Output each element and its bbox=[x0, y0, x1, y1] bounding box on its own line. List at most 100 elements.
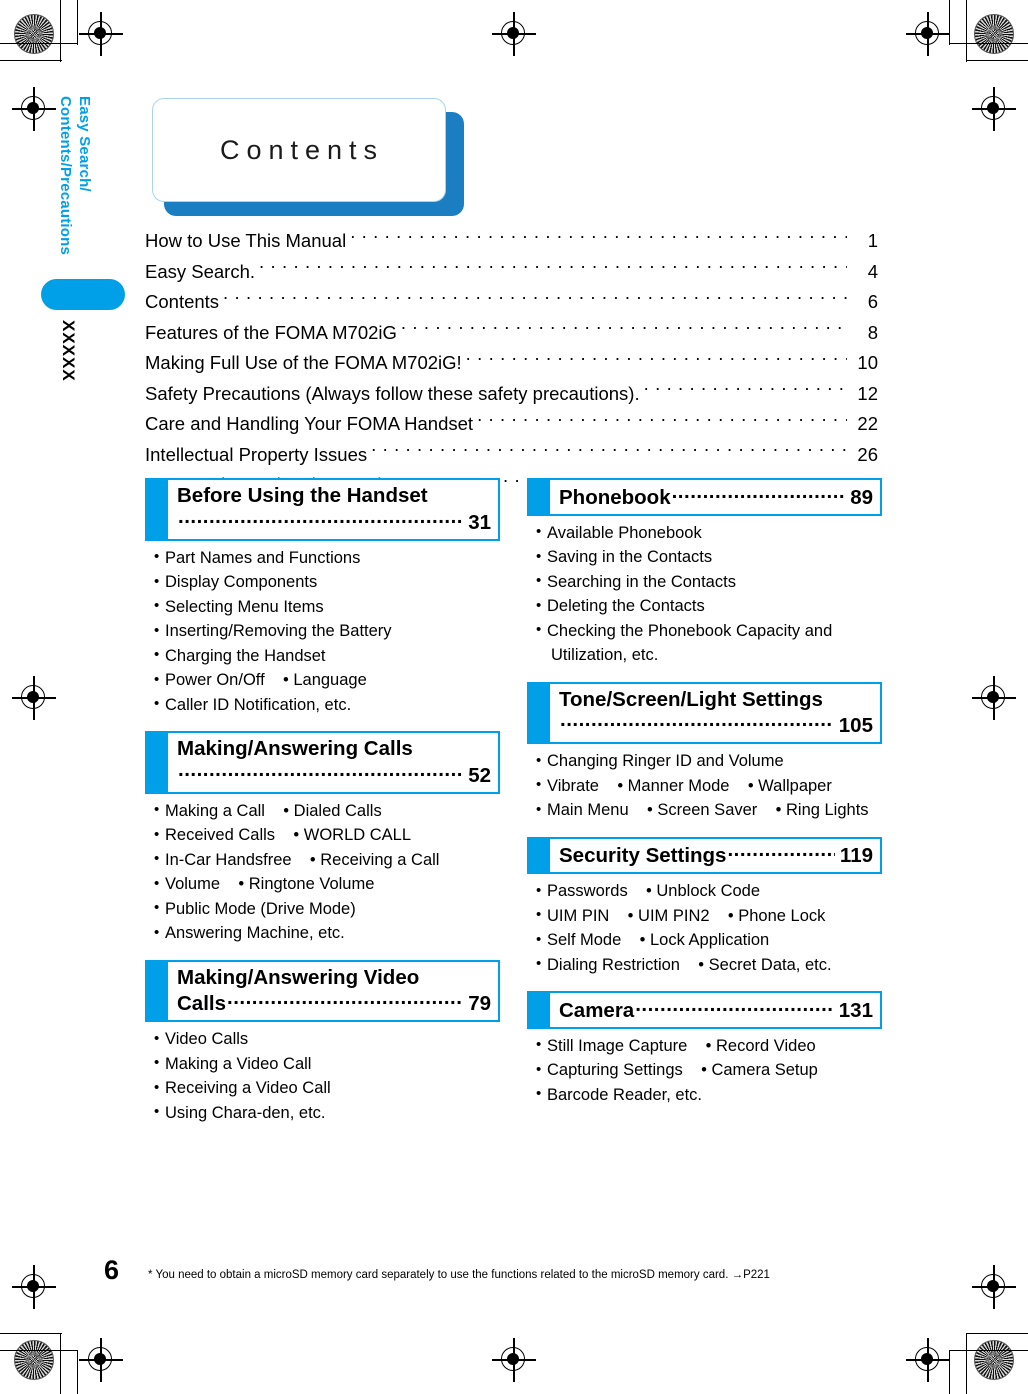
toc-leader bbox=[350, 229, 847, 248]
chapter-header: Phonebook 89 bbox=[527, 478, 882, 516]
toc-entry[interactable]: Intellectual Property Issues 26 bbox=[145, 440, 878, 471]
toc-leader bbox=[259, 259, 847, 278]
side-chapter-tab bbox=[41, 279, 125, 310]
chapter-accent-bar bbox=[147, 961, 168, 1020]
chapter-making-answering-video-calls[interactable]: Making/Answering Video Calls 79 Video Ca… bbox=[145, 959, 500, 1126]
chapter-topic-list: Part Names and Functions Display Compone… bbox=[145, 545, 500, 718]
chapter-topic-list: Passwords • Unblock Code UIM PIN • UIM P… bbox=[527, 879, 882, 977]
chapter-title: Phonebook bbox=[559, 485, 671, 509]
toc-leader bbox=[477, 412, 847, 431]
chapter-security-settings[interactable]: Security Settings 119 Passwords • Unbloc… bbox=[527, 836, 882, 978]
list-item: Making a Call • Dialed Calls bbox=[154, 798, 500, 824]
contents-banner: Contents bbox=[152, 98, 464, 216]
list-item: Receiving a Video Call bbox=[154, 1076, 500, 1101]
chapter-title-box: Making/Answering Calls 52 bbox=[168, 733, 498, 792]
chapter-leader bbox=[178, 761, 463, 782]
chapter-title: Tone/Screen/Light Settings bbox=[559, 687, 823, 711]
list-item: Saving in the Contacts bbox=[536, 545, 882, 570]
chapter-page-line: Security Settings 119 bbox=[559, 842, 873, 869]
chapter-camera[interactable]: Camera 131 Still Image Capture • Record … bbox=[527, 991, 882, 1107]
toc-entry[interactable]: How to Use This Manual 1 bbox=[145, 226, 878, 257]
chapter-leader bbox=[727, 842, 834, 863]
list-item: Passwords • Unblock Code bbox=[536, 879, 882, 904]
toc-entry-page: 8 bbox=[867, 321, 878, 343]
toc-entry-title: Making Full Use of the FOMA M702iG! bbox=[145, 352, 462, 373]
page-number: 6 bbox=[104, 1255, 120, 1285]
chapter-title-box: Security Settings 119 bbox=[550, 839, 880, 873]
chapter-title: Camera bbox=[559, 998, 635, 1022]
list-item: Answering Machine, etc. bbox=[154, 921, 500, 946]
chapter-header: Tone/Screen/Light Settings 105 bbox=[527, 681, 882, 744]
chapter-leader bbox=[178, 508, 463, 529]
chapter-page-line: 31 bbox=[177, 508, 491, 535]
chapter-topic-list: Changing Ringer ID and Volume Vibrate • … bbox=[527, 749, 882, 823]
chapter-page: 79 bbox=[468, 992, 491, 1015]
toc-entry[interactable]: Safety Precautions (Always follow these … bbox=[145, 379, 878, 410]
chapter-accent-bar bbox=[529, 480, 550, 514]
chapter-page-line: 52 bbox=[177, 761, 491, 788]
chapter-accent-bar bbox=[529, 993, 550, 1027]
chapter-phonebook[interactable]: Phonebook 89 Available Phonebook Saving … bbox=[527, 478, 882, 668]
chapter-accent-bar bbox=[147, 480, 168, 539]
toc-entry-page: 10 bbox=[857, 352, 878, 373]
chapter-page-line: Camera 131 bbox=[559, 996, 873, 1023]
list-item: Changing Ringer ID and Volume bbox=[536, 749, 882, 774]
chapter-page: 31 bbox=[468, 510, 491, 534]
list-item: Available Phonebook bbox=[536, 520, 882, 546]
toc-entry-page: 22 bbox=[857, 413, 878, 434]
toc-leader bbox=[223, 290, 847, 309]
toc-entry[interactable]: Easy Search. 4 bbox=[145, 257, 878, 288]
toc-leader bbox=[371, 442, 847, 461]
chapter-title-box: Making/Answering Video Calls 79 bbox=[168, 962, 498, 1021]
chapter-page: 52 bbox=[468, 763, 491, 787]
chapter-column-right: Phonebook 89 Available Phonebook Saving … bbox=[527, 478, 882, 1113]
toc-entry-page: 26 bbox=[857, 443, 878, 465]
list-item: Barcode Reader, etc. bbox=[536, 1082, 882, 1108]
page-title: Contents bbox=[219, 134, 385, 165]
list-item: Received Calls • WORLD CALL bbox=[154, 823, 500, 848]
list-item: Searching in the Contacts bbox=[536, 569, 882, 595]
toc-entry[interactable]: Care and Handling Your FOMA Handset 22 bbox=[145, 409, 878, 440]
list-item: Self Mode • Lock Application bbox=[536, 928, 882, 953]
toc-entry[interactable]: Features of the FOMA M702iG 8 bbox=[145, 318, 878, 349]
chapter-tone-screen-light-settings[interactable]: Tone/Screen/Light Settings 105 Changing … bbox=[527, 681, 882, 823]
toc-leader bbox=[401, 320, 847, 339]
toc-entry-title: Contents bbox=[145, 291, 220, 312]
chapter-title: Security Settings bbox=[559, 844, 727, 867]
chapter-header: Before Using the Handset 31 bbox=[145, 478, 500, 541]
side-chapter-label-line1: Easy Search/ bbox=[76, 96, 93, 192]
chapter-title-box: Tone/Screen/Light Settings 105 bbox=[550, 684, 880, 743]
chapter-page: 131 bbox=[838, 998, 873, 1022]
footnote: * You need to obtain a microSD memory ca… bbox=[148, 1269, 770, 1281]
toc-entry-title: Safety Precautions (Always follow these … bbox=[145, 382, 640, 404]
chapter-header: Camera 131 bbox=[527, 991, 882, 1029]
chapter-topic-list: Making a Call • Dialed Calls Received Ca… bbox=[145, 798, 500, 946]
chapter-before-using-the-handset[interactable]: Before Using the Handset 31 Part Names a… bbox=[145, 478, 500, 717]
list-item: Checking the Phonebook Capacity andUtili… bbox=[536, 618, 882, 668]
toc-entry-page: 12 bbox=[857, 382, 878, 404]
chapter-column-left: Before Using the Handset 31 Part Names a… bbox=[145, 478, 500, 1131]
list-item: Caller ID Notification, etc. bbox=[154, 692, 500, 718]
toc-entry-title: Features of the FOMA M702iG bbox=[145, 321, 397, 343]
chapter-making-answering-calls[interactable]: Making/Answering Calls 52 Making a Call … bbox=[145, 731, 500, 946]
chapter-page-line: Calls 79 bbox=[177, 990, 491, 1017]
toc-leader bbox=[644, 381, 847, 400]
toc-entry-page: 4 bbox=[867, 260, 878, 282]
chapter-page: 105 bbox=[838, 714, 873, 737]
chapter-accent-bar bbox=[147, 733, 168, 792]
chapter-title-box: Phonebook 89 bbox=[550, 480, 880, 514]
toc-entry[interactable]: Contents 6 bbox=[145, 287, 878, 318]
chapter-title-box: Before Using the Handset 31 bbox=[168, 480, 498, 539]
chapter-leader bbox=[672, 483, 846, 504]
chapter-page-line: Phonebook 89 bbox=[559, 483, 873, 510]
chapter-leader bbox=[560, 712, 834, 733]
list-item: Volume • Ringtone Volume bbox=[154, 872, 500, 897]
list-item: Making a Video Call bbox=[154, 1051, 500, 1077]
toc-entry[interactable]: Making Full Use of the FOMA M702iG! 10 bbox=[145, 348, 878, 379]
chapter-topic-list: Video Calls Making a Video Call Receivin… bbox=[145, 1027, 500, 1125]
list-item: Part Names and Functions bbox=[154, 545, 500, 571]
chapter-leader bbox=[635, 996, 834, 1017]
manual-contents-page: Easy Search/ Contents/Precautions XXXXX … bbox=[0, 0, 1028, 1394]
list-item: Using Chara-den, etc. bbox=[154, 1100, 500, 1126]
chapter-topic-list: Available Phonebook Saving in the Contac… bbox=[527, 520, 882, 668]
